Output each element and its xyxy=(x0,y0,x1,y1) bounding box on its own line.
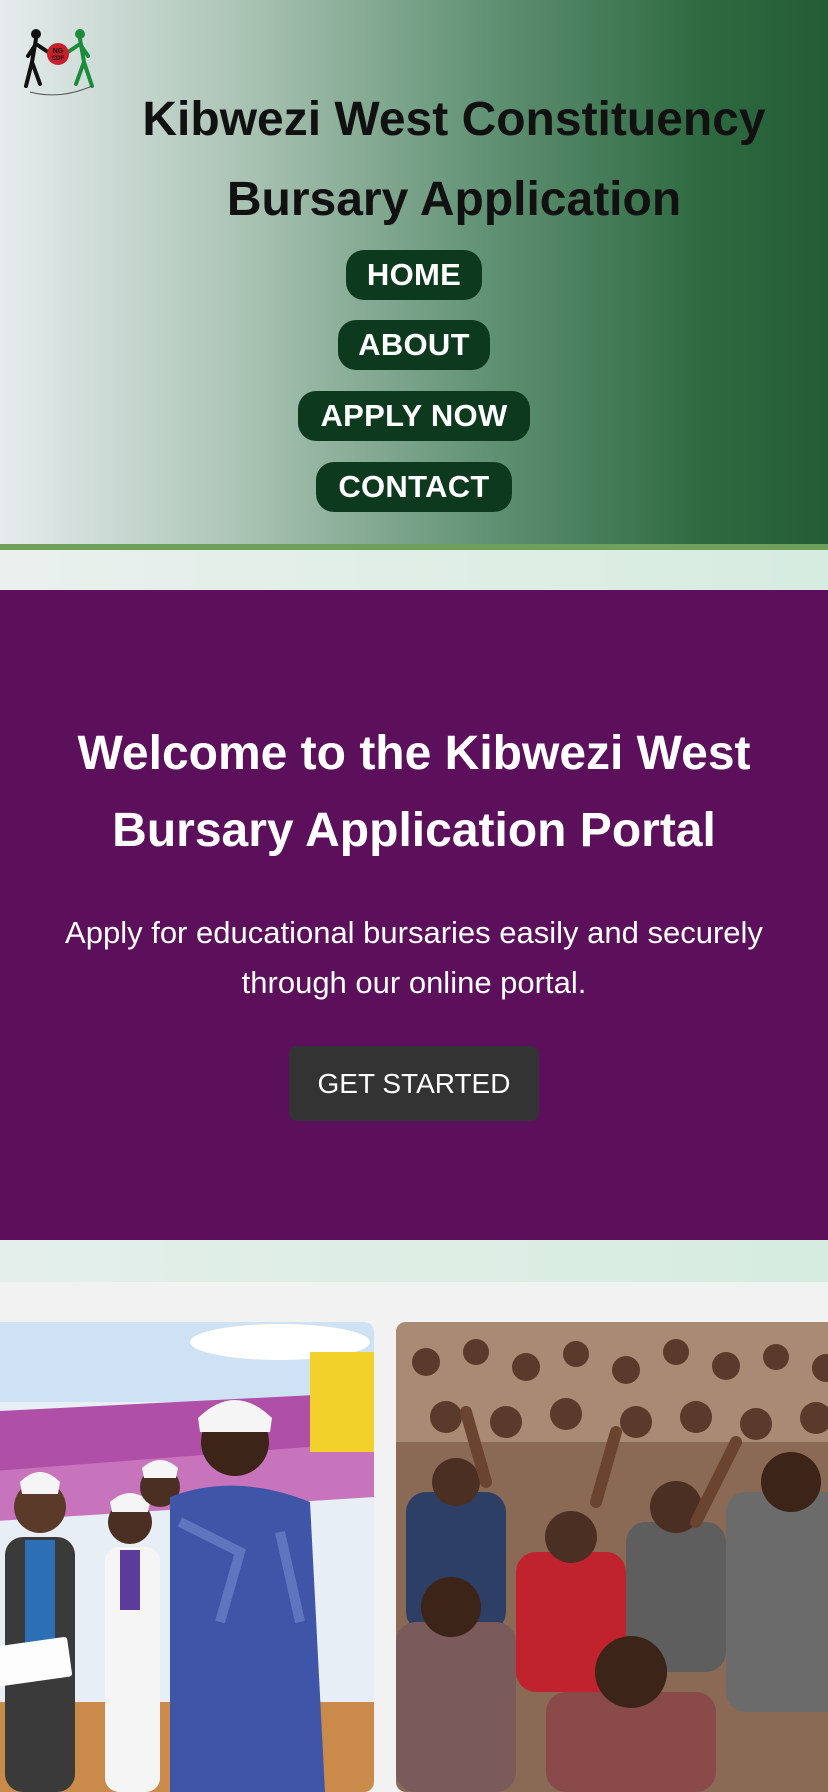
hero-description: Apply for educational bursaries easily a… xyxy=(40,908,788,1008)
nav-home-button[interactable]: HOME xyxy=(346,250,482,300)
nav-contact-button[interactable]: CONTACT xyxy=(316,462,512,512)
site-title: Kibwezi West Constituency Bursary Applic… xyxy=(100,80,808,240)
get-started-button[interactable]: GET STARTED xyxy=(289,1046,539,1121)
ngcdf-logo-icon[interactable]: NG CDF xyxy=(22,26,98,102)
svg-text:CDF: CDF xyxy=(52,56,65,62)
site-title-line2: Bursary Application xyxy=(226,173,682,226)
crowd-celebrating-photo[interactable] xyxy=(396,1322,828,1792)
hero-heading: Welcome to the Kibwezi West Bursary Appl… xyxy=(30,715,798,869)
site-title-line1: Kibwezi West Constituency xyxy=(142,93,766,146)
header-band xyxy=(0,550,828,590)
nav-about-button[interactable]: ABOUT xyxy=(338,320,490,370)
site-header: NG CDF Kibwezi West Constituency Bursary… xyxy=(0,0,828,544)
cheque-handover-photo[interactable] xyxy=(0,1322,374,1792)
hero-section: Welcome to the Kibwezi West Bursary Appl… xyxy=(0,590,828,1240)
hero-heading-line2: Bursary Application Portal xyxy=(112,804,716,857)
hero-description-line2: through our online portal. xyxy=(241,965,587,1000)
nav-apply-now-button[interactable]: APPLY NOW xyxy=(298,391,530,441)
photo-gallery xyxy=(0,1322,828,1792)
hero-description-line1: Apply for educational bursaries easily a… xyxy=(65,915,763,950)
hero-band xyxy=(0,1240,828,1282)
svg-text:NG: NG xyxy=(53,48,64,55)
hero-heading-line1: Welcome to the Kibwezi West xyxy=(77,727,751,780)
